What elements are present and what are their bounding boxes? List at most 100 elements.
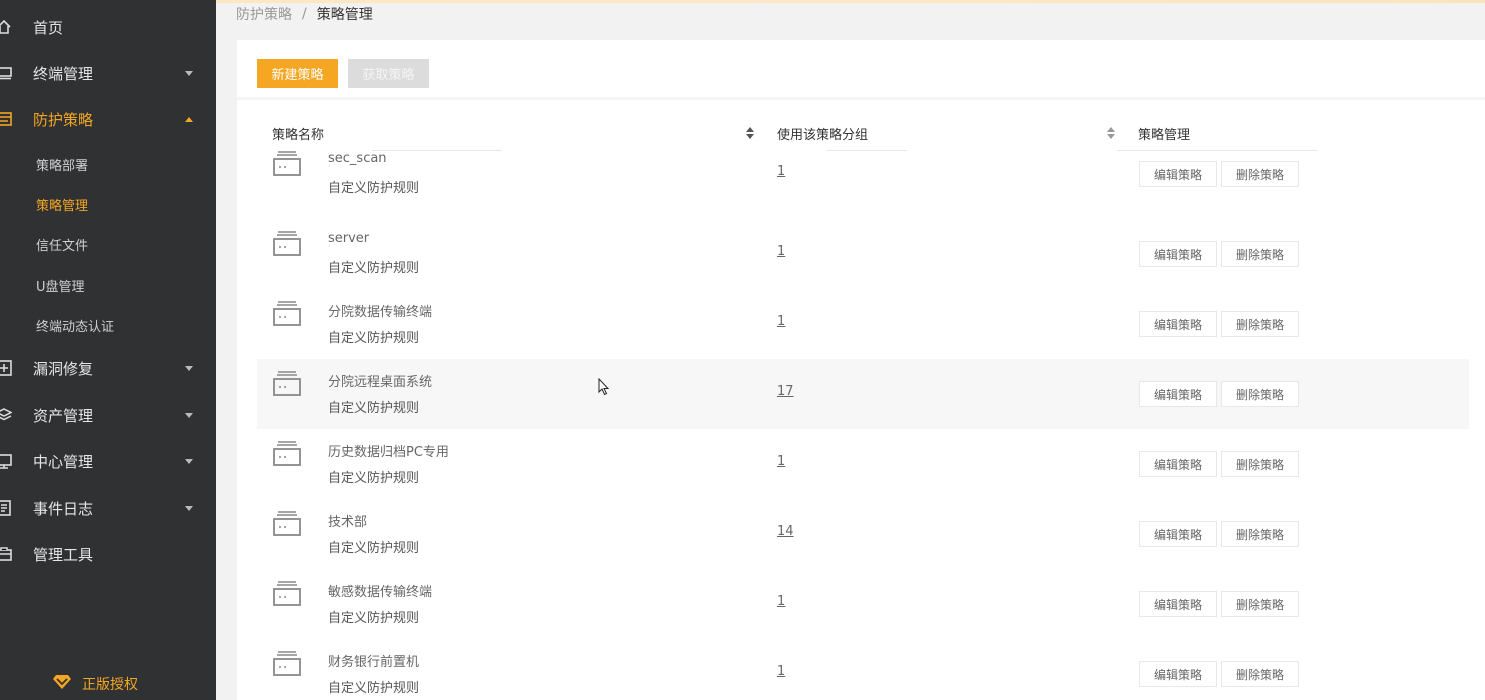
sidebar-item-patch[interactable]: 漏洞修复 bbox=[0, 348, 216, 388]
log-icon bbox=[0, 500, 12, 516]
group-count-link[interactable]: 17 bbox=[777, 384, 794, 399]
policy-description: 自定义防护规则 bbox=[328, 681, 420, 696]
policy-panel: 新建策略 获取策略 策略名称 使用该策略分组 策略管理 sec_scan 自定义防… bbox=[237, 40, 1485, 700]
table-row[interactable]: 敏感数据传输终端 自定义防护规则 1 编辑策略 删除策略 bbox=[257, 569, 1469, 639]
delete-policy-button[interactable]: 删除策略 bbox=[1221, 311, 1299, 337]
policy-description: 自定义防护规则 bbox=[328, 261, 420, 276]
column-header-group[interactable]: 使用该策略分组 bbox=[777, 115, 868, 151]
group-count-link[interactable]: 14 bbox=[777, 524, 794, 539]
policy-icon bbox=[273, 301, 301, 326]
delete-policy-button[interactable]: 删除策略 bbox=[1221, 241, 1299, 267]
sidebar-subitem-manage[interactable]: 策略管理 bbox=[0, 187, 216, 221]
delete-policy-button[interactable]: 删除策略 bbox=[1221, 591, 1299, 617]
policy-name: server bbox=[328, 231, 370, 246]
sidebar-item-label: 资产管理 bbox=[33, 406, 94, 425]
group-count-link[interactable]: 1 bbox=[777, 244, 785, 259]
policy-icon bbox=[273, 231, 301, 256]
table-row[interactable]: 分院数据传输终端 自定义防护规则 1 编辑策略 删除策略 bbox=[257, 289, 1469, 359]
column-header-manage: 策略管理 bbox=[1138, 127, 1191, 143]
toolbar: 新建策略 获取策略 bbox=[237, 40, 1485, 100]
group-count-link[interactable]: 1 bbox=[777, 664, 785, 679]
sort-icon[interactable] bbox=[746, 127, 754, 139]
sidebar-item-terminal[interactable]: 终端管理 bbox=[0, 53, 216, 93]
top-accent-line bbox=[216, 0, 1485, 3]
edit-policy-button[interactable]: 编辑策略 bbox=[1139, 661, 1217, 687]
sidebar-subitem-deploy[interactable]: 策略部署 bbox=[0, 147, 216, 181]
center-icon bbox=[0, 453, 12, 469]
sidebar: 首页 终端管理 防护策略 策略部署 策略管理 信任文件 U盘管理 终端动态认证 … bbox=[0, 0, 216, 700]
patch-icon bbox=[0, 360, 12, 376]
group-count-link[interactable]: 1 bbox=[777, 594, 785, 609]
tools-icon bbox=[0, 546, 12, 562]
sidebar-item-label: 事件日志 bbox=[33, 499, 94, 518]
sidebar-item-tools[interactable]: 管理工具 bbox=[0, 534, 216, 574]
sidebar-subitem-auth[interactable]: 终端动态认证 bbox=[0, 308, 216, 342]
sidebar-item-label: 中心管理 bbox=[33, 452, 94, 471]
layers-icon bbox=[0, 407, 12, 423]
breadcrumb-current: 策略管理 bbox=[316, 7, 373, 23]
edit-policy-button[interactable]: 编辑策略 bbox=[1139, 311, 1217, 337]
sidebar-item-label: 终端管理 bbox=[33, 64, 94, 83]
sidebar-subitem-trusted-files[interactable]: 信任文件 bbox=[0, 227, 216, 261]
sidebar-item-policy[interactable]: 防护策略 bbox=[0, 99, 216, 139]
sidebar-item-asset[interactable]: 资产管理 bbox=[0, 395, 216, 435]
edit-policy-button[interactable]: 编辑策略 bbox=[1139, 451, 1217, 477]
table-row[interactable]: server 自定义防护规则 1 编辑策略 删除策略 bbox=[257, 219, 1469, 289]
license-link[interactable]: 正版授权 bbox=[52, 674, 138, 694]
edit-policy-button[interactable]: 编辑策略 bbox=[1139, 161, 1217, 187]
sidebar-item-label: 首页 bbox=[33, 18, 64, 37]
chevron-down-icon bbox=[185, 412, 193, 418]
policy-description: 自定义防护规则 bbox=[328, 181, 420, 196]
sort-icon[interactable] bbox=[1107, 127, 1115, 139]
policy-icon bbox=[273, 441, 301, 466]
policy-description: 自定义防护规则 bbox=[328, 611, 420, 626]
delete-policy-button[interactable]: 删除策略 bbox=[1221, 521, 1299, 547]
sidebar-item-label: 管理工具 bbox=[33, 545, 94, 564]
app-root: 首页 终端管理 防护策略 策略部署 策略管理 信任文件 U盘管理 终端动态认证 … bbox=[0, 0, 1485, 700]
sidebar-item-label: 漏洞修复 bbox=[33, 359, 94, 378]
policy-icon bbox=[273, 651, 301, 676]
diamond-icon bbox=[52, 674, 72, 694]
delete-policy-button[interactable]: 删除策略 bbox=[1221, 161, 1299, 187]
policy-description: 自定义防护规则 bbox=[328, 541, 420, 556]
policy-description: 自定义防护规则 bbox=[328, 331, 420, 346]
sidebar-subitem-label: U盘管理 bbox=[36, 279, 85, 295]
sidebar-item-label: 防护策略 bbox=[33, 110, 94, 129]
edit-policy-button[interactable]: 编辑策略 bbox=[1139, 241, 1217, 267]
table-row[interactable]: 技术部自定义防护规则 14 编辑策略 删除策略 bbox=[257, 499, 1469, 569]
sidebar-item-center[interactable]: 中心管理 bbox=[0, 441, 216, 481]
breadcrumb-separator: / bbox=[302, 6, 307, 22]
license-label: 正版授权 bbox=[82, 677, 138, 693]
chevron-up-icon bbox=[185, 116, 193, 122]
group-count-link[interactable]: 1 bbox=[777, 454, 785, 469]
policy-name: 历史数据归档PC专用 bbox=[328, 445, 449, 460]
table-row[interactable]: 财务银行前置机 自定义防护规则 1 编辑策略 删除策略 bbox=[257, 639, 1469, 700]
delete-policy-button[interactable]: 删除策略 bbox=[1221, 451, 1299, 477]
policy-icon bbox=[273, 151, 301, 176]
table-row[interactable]: sec_scan 自定义防护规则 1 编辑策略 删除策略 bbox=[257, 149, 1469, 219]
mouse-cursor-icon bbox=[598, 378, 610, 396]
table-header: 策略名称 使用该策略分组 策略管理 bbox=[237, 115, 1485, 151]
table-row[interactable]: 分院远程桌面系统 自定义防护规则 17 编辑策略 删除策略 bbox=[257, 359, 1469, 429]
breadcrumb-parent[interactable]: 防护策略 bbox=[236, 4, 292, 24]
column-header-name[interactable]: 策略名称 bbox=[272, 115, 324, 151]
policy-icon bbox=[273, 581, 301, 606]
policy-description: 自定义防护规则 bbox=[328, 401, 420, 416]
policy-name: 技术部 bbox=[328, 515, 368, 530]
delete-policy-button[interactable]: 删除策略 bbox=[1221, 381, 1299, 407]
group-count-link[interactable]: 1 bbox=[777, 164, 785, 179]
delete-policy-button[interactable]: 删除策略 bbox=[1221, 661, 1299, 687]
sidebar-item-log[interactable]: 事件日志 bbox=[0, 488, 216, 528]
new-policy-button[interactable]: 新建策略 bbox=[257, 59, 338, 88]
sidebar-subitem-label: 终端动态认证 bbox=[36, 319, 115, 335]
sidebar-subitem-usb[interactable]: U盘管理 bbox=[0, 268, 216, 302]
policy-icon bbox=[273, 511, 301, 536]
sidebar-item-home[interactable]: 首页 bbox=[0, 7, 216, 47]
edit-policy-button[interactable]: 编辑策略 bbox=[1139, 381, 1217, 407]
table-row[interactable]: 历史数据归档PC专用 自定义防护规则 1 编辑策略 删除策略 bbox=[257, 429, 1469, 499]
chevron-down-icon bbox=[185, 70, 193, 76]
fetch-policy-button: 获取策略 bbox=[348, 59, 429, 88]
edit-policy-button[interactable]: 编辑策略 bbox=[1139, 521, 1217, 547]
edit-policy-button[interactable]: 编辑策略 bbox=[1139, 591, 1217, 617]
group-count-link[interactable]: 1 bbox=[777, 314, 785, 329]
